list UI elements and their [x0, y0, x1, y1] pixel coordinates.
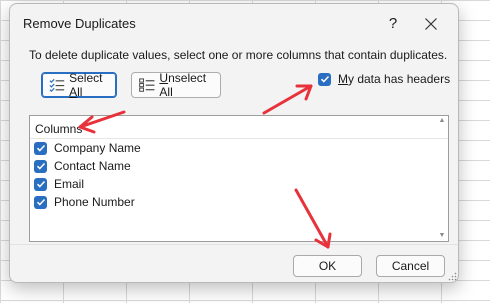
- remove-duplicates-dialog: Remove Duplicates ? To delete duplicate …: [9, 3, 459, 283]
- column-item-contact-name[interactable]: Contact Name: [34, 158, 131, 174]
- columns-header: Columns: [35, 122, 83, 136]
- cancel-button[interactable]: Cancel: [376, 255, 445, 277]
- unselect-all-label: Unselect All: [159, 71, 207, 99]
- column-item-email[interactable]: Email: [34, 176, 84, 192]
- checkbox-checked-icon: [34, 195, 47, 209]
- close-button[interactable]: [419, 12, 443, 36]
- column-item-phone-number[interactable]: Phone Number: [34, 194, 135, 210]
- select-all-icon: [49, 78, 65, 92]
- checkbox-checked-icon: [318, 72, 331, 86]
- title-bar: Remove Duplicates ?: [10, 4, 458, 42]
- column-item-label: Phone Number: [54, 195, 135, 209]
- header-divider: [30, 138, 448, 139]
- scroll-up-icon[interactable]: ▲: [438, 117, 446, 124]
- close-icon: [425, 18, 437, 30]
- checkbox-checked-icon: [34, 159, 47, 173]
- column-item-company-name[interactable]: Company Name: [34, 140, 141, 156]
- instructions-text: To delete duplicate values, select one o…: [29, 48, 448, 62]
- my-data-has-headers-checkbox[interactable]: My data has headers: [318, 72, 450, 86]
- unselect-all-button[interactable]: Unselect All: [131, 71, 221, 99]
- column-item-label: Company Name: [54, 141, 141, 155]
- help-button[interactable]: ?: [385, 15, 401, 32]
- ok-button[interactable]: OK: [293, 255, 362, 277]
- listbox-scrollbar[interactable]: ▲ ▼: [438, 117, 446, 239]
- select-all-label: Select All: [69, 71, 103, 99]
- checkbox-checked-icon: [34, 141, 47, 155]
- column-item-label: Contact Name: [54, 159, 131, 173]
- resize-grip-icon[interactable]: [448, 272, 457, 281]
- checkbox-checked-icon: [34, 177, 47, 191]
- column-item-label: Email: [54, 177, 85, 191]
- unselect-all-icon: [139, 78, 155, 92]
- scroll-down-icon[interactable]: ▼: [438, 232, 446, 239]
- dialog-title: Remove Duplicates: [23, 16, 136, 31]
- columns-listbox[interactable]: Columns Company Name Contact Name Email …: [29, 115, 449, 242]
- select-all-button[interactable]: Select All: [41, 71, 117, 99]
- my-data-has-headers-label: My data has headers: [338, 72, 451, 86]
